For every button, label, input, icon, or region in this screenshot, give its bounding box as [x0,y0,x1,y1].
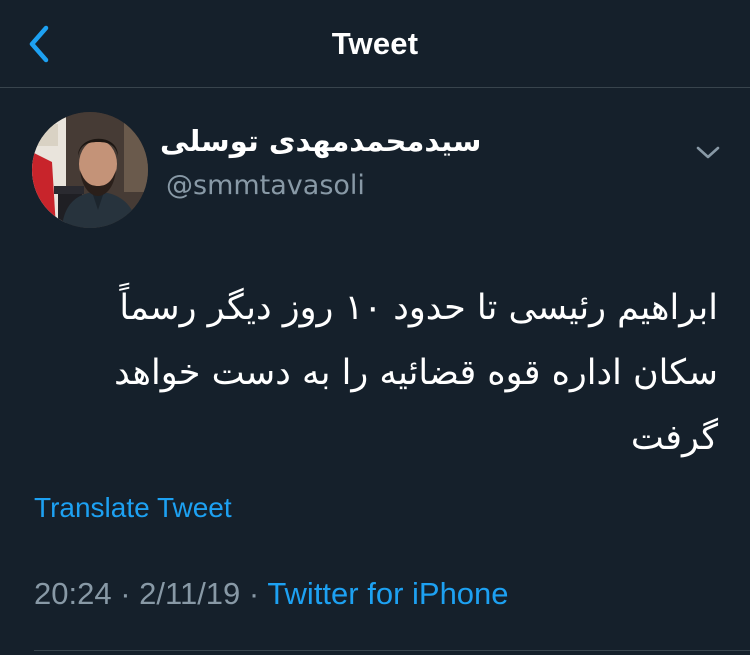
tweet-date: 2/11/19 [139,576,241,611]
meta-separator: · [120,576,131,611]
avatar[interactable] [32,112,148,228]
tweet-metadata: 20:24 · 2/11/19 · Twitter for iPhone [34,576,509,612]
tweet-time: 20:24 [34,576,112,611]
tweet-text-line: ابراهیم رئیسی تا حدود ۱۰ روز دیگر رسماً [119,288,718,328]
page-title: Tweet [331,26,419,61]
tweet-text: ابراهیم رئیسی تا حدود ۱۰ روز دیگر رسماً … [38,276,718,471]
author-display-name[interactable]: سیدمحمدمهدی توسلی [160,124,481,158]
meta-separator: · [248,576,260,611]
tweet-text-line: گرفت [630,418,718,458]
tweet-source-link[interactable]: Twitter for iPhone [267,576,508,611]
tweet-text-line: سکان اداره قوه قضائیه را به دست خواهد [114,353,718,393]
chevron-down-icon [696,146,720,159]
translate-tweet-link[interactable]: Translate Tweet [34,492,232,524]
navigation-bar: Tweet [0,0,750,88]
divider [34,650,750,651]
tweet-menu-button[interactable] [692,140,724,164]
author-handle[interactable]: @smmtavasoli [166,170,365,201]
